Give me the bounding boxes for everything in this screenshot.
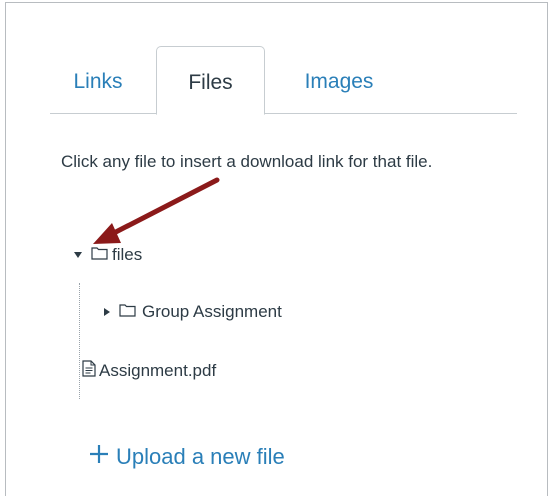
tree-item-group-assignment-folder[interactable]: Group Assignment: [104, 299, 282, 325]
tree-item-assignment-pdf[interactable]: Assignment.pdf: [82, 358, 216, 384]
expand-toggle-icon[interactable]: [74, 252, 82, 258]
tree-item-files-folder[interactable]: files: [74, 242, 142, 268]
plus-icon: [88, 443, 110, 471]
tree-item-label: files: [112, 245, 143, 264]
collapse-toggle-icon[interactable]: [104, 308, 110, 316]
document-icon: [82, 360, 96, 382]
tab-files[interactable]: Files: [156, 46, 265, 115]
tree-item-label: Group Assignment: [142, 302, 282, 321]
folder-icon: [119, 302, 136, 322]
tree-item-label: Assignment.pdf: [99, 361, 217, 380]
folder-icon: [91, 245, 108, 265]
instructions-text: Click any file to insert a download link…: [61, 152, 433, 171]
tree-guide-line: [79, 283, 80, 399]
upload-link-label: Upload a new file: [116, 444, 285, 469]
content-tabs: Links Files Images: [50, 46, 517, 115]
tab-links[interactable]: Links: [50, 46, 146, 114]
tab-images[interactable]: Images: [277, 46, 401, 114]
upload-new-file-link[interactable]: Upload a new file: [88, 443, 285, 471]
